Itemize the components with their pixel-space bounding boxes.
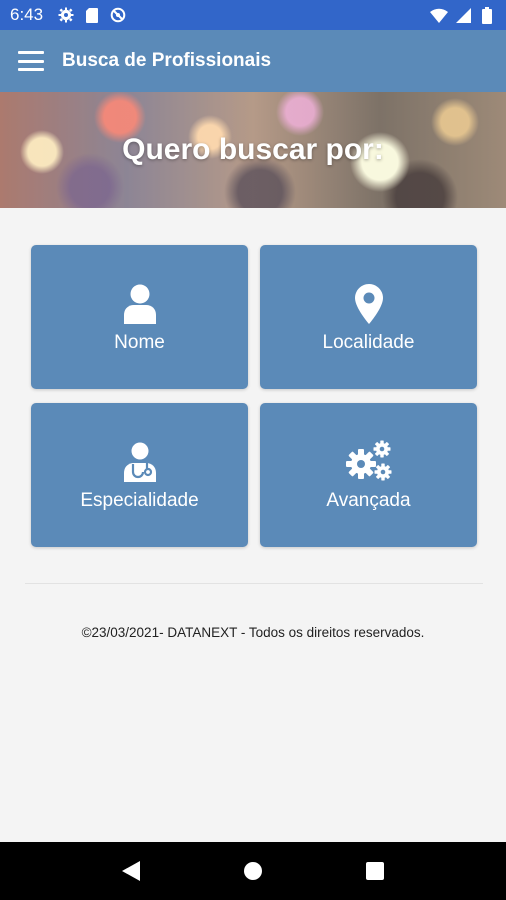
tile-label-advanced: Avançada [326,490,411,511]
search-banner: Quero buscar por: [0,92,506,208]
wifi-icon [430,6,448,24]
doctor-icon [121,438,159,482]
back-icon[interactable] [111,851,151,891]
advanced-search-button[interactable]: Avançada [260,403,477,547]
status-bar: 6:43 [0,0,506,30]
battery-icon [478,6,496,24]
system-nav-bar [0,842,506,900]
settings-icon [57,6,75,24]
hamburger-menu-icon[interactable] [18,51,44,71]
tile-label-name: Nome [114,332,165,353]
person-icon [123,280,157,324]
footer-copyright: ©23/03/2021- DATANEXT - Todos os direito… [81,625,425,640]
signal-icon [454,6,472,24]
divider [25,583,483,584]
search-by-specialty-button[interactable]: Especialidade [31,403,248,547]
search-options-grid: Nome Localidade Especialidade Avançada [31,245,477,547]
search-by-name-button[interactable]: Nome [31,245,248,389]
home-icon[interactable] [233,851,273,891]
banner-heading: Quero buscar por: [122,133,384,166]
app-title: Busca de Profissionais [62,50,272,71]
no-sync-icon [109,6,127,24]
tile-label-location: Localidade [322,332,415,353]
sd-card-icon [83,6,101,24]
app-bar: Busca de Profissionais [0,30,506,92]
status-icons-right [430,6,496,24]
search-by-location-button[interactable]: Localidade [260,245,477,389]
tile-label-specialty: Especialidade [80,490,199,511]
recents-icon[interactable] [355,851,395,891]
status-icons-left [57,6,127,24]
map-pin-icon [354,280,383,324]
gears-icon [345,438,393,482]
status-time: 6:43 [10,5,44,24]
